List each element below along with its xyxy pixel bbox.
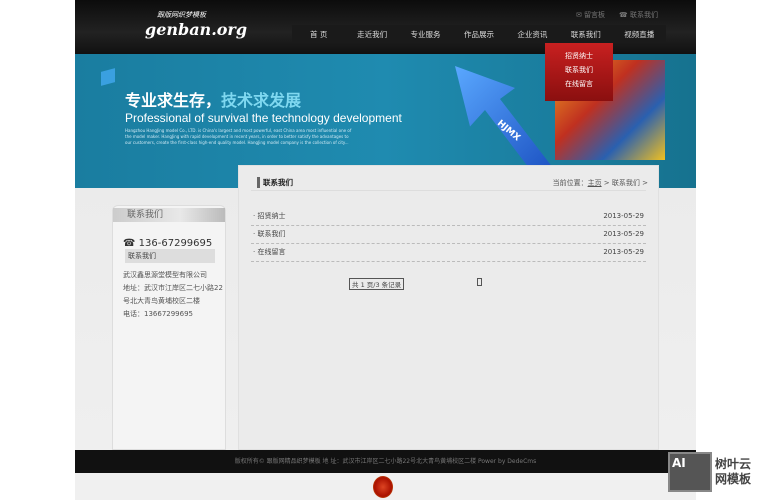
- contact-dropdown: 招贤纳士 联系我们 在线留言: [545, 43, 613, 101]
- watermark: AI 树叶云 网模板: [668, 452, 751, 492]
- banner-body: Hangzhou HangJing model Co., LTD. is Chi…: [125, 128, 352, 145]
- dropdown-item-jobs[interactable]: 招贤纳士: [545, 51, 613, 65]
- sidebar-contact: 联系我们 ☎ 136-67299695 联系我们 武汉鑫思源堂模型有限公司 地址：…: [112, 205, 226, 450]
- nav-contact[interactable]: 联系我们: [559, 29, 612, 40]
- nav-news[interactable]: 企业资讯: [506, 29, 559, 40]
- nav-works[interactable]: 作品展示: [452, 29, 505, 40]
- police-emblem-icon[interactable]: [373, 476, 393, 498]
- article-list: · 招贤纳士 2013-05-29 · 联系我们 2013-05-29 · 在线留言…: [251, 208, 646, 262]
- list-item[interactable]: · 在线留言 2013-05-29: [251, 244, 646, 262]
- logo[interactable]: 跟版网织梦模板 genban.org: [145, 11, 247, 39]
- nav-about[interactable]: 走近我们: [345, 29, 398, 40]
- sidebar-contact-title: 联系我们: [125, 249, 215, 263]
- banner-subtitle: Professional of survival the technology …: [125, 111, 402, 125]
- guestbook-link[interactable]: ✉ 留言板: [576, 10, 605, 20]
- nav-home[interactable]: 首 页: [292, 29, 345, 40]
- dropdown-item-contact[interactable]: 联系我们: [545, 65, 613, 79]
- pager-box[interactable]: [477, 278, 482, 286]
- dropdown-item-message[interactable]: 在线留言: [545, 79, 613, 93]
- sidebar-phone: ☎ 136-67299695: [123, 238, 213, 249]
- watermark-logo: AI: [668, 452, 712, 492]
- breadcrumb: 当前位置：主页 > 联系我们 >: [552, 179, 648, 187]
- nav-services[interactable]: 专业服务: [399, 29, 452, 40]
- breadcrumb-current[interactable]: 联系我们 >: [612, 179, 648, 187]
- list-item[interactable]: · 招贤纳士 2013-05-29: [251, 208, 646, 226]
- sidebar-address: 武汉鑫思源堂模型有限公司 地址：武汉市江岸区二七小路22号北大青鸟黄埔校区二楼 电话…: [123, 271, 223, 318]
- footer: 版权所有© 跟版网精品织梦模板 地 址：武汉市江岸区二七小路22号北大青鸟黄埔校…: [75, 450, 696, 473]
- breadcrumb-home[interactable]: 主页: [588, 179, 602, 187]
- sidebar-title: 联系我们: [113, 208, 225, 222]
- phone-icon: ☎: [123, 238, 136, 249]
- nav-video[interactable]: 视频直播: [613, 29, 666, 40]
- contact-link[interactable]: ☎ 联系我们: [619, 10, 658, 20]
- top-links: ✉ 留言板 ☎ 联系我们: [576, 10, 658, 20]
- cube-decoration: [101, 68, 115, 86]
- page-title: 联系我们: [257, 177, 293, 188]
- main-nav: 首 页 走近我们 专业服务 作品展示 企业资讯 联系我们 视频直播: [292, 25, 666, 43]
- divider: [251, 190, 646, 191]
- main-panel: 联系我们 当前位置：主页 > 联系我们 > · 招贤纳士 2013-05-29 ·…: [238, 165, 659, 450]
- list-item[interactable]: · 联系我们 2013-05-29: [251, 226, 646, 244]
- banner-title: 专业求生存，技术求发展: [125, 91, 302, 110]
- pager-info: 共 1 页/3 条记录: [349, 278, 405, 290]
- page: 跟版网织梦模板 genban.org ✉ 留言板 ☎ 联系我们 首 页 走近我们 …: [75, 0, 696, 500]
